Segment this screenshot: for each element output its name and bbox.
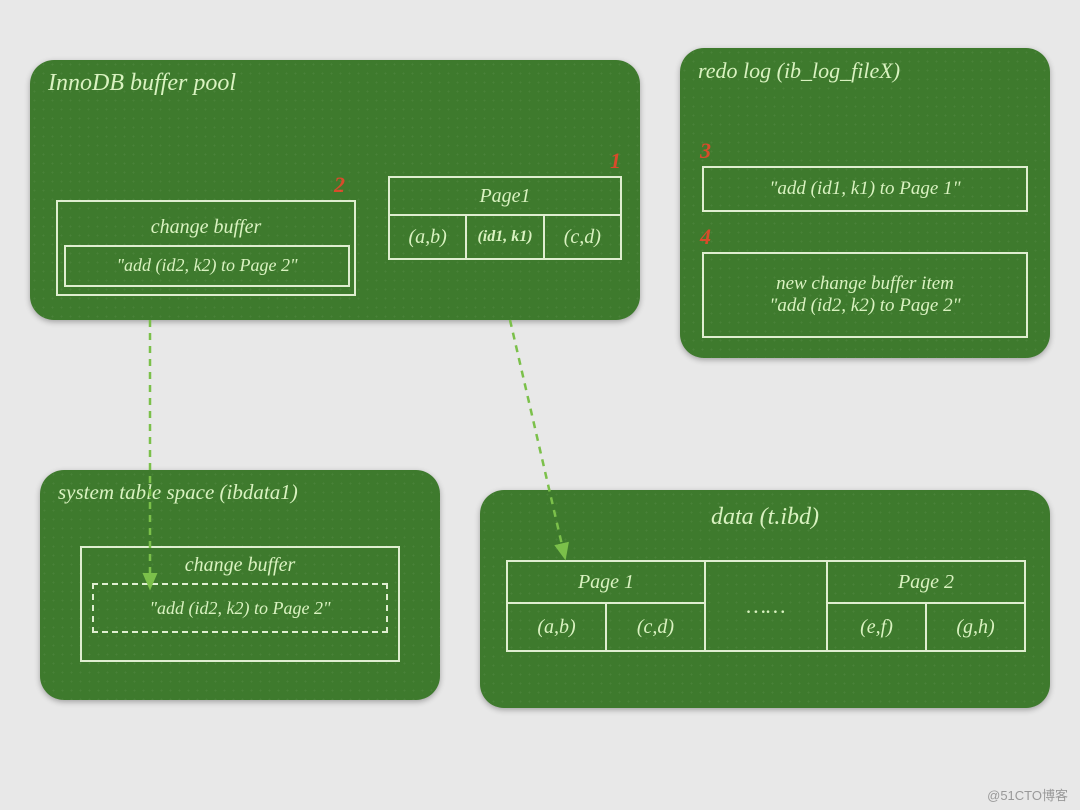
data-page2-gh: (g,h)	[927, 604, 1024, 650]
data-page1-cd: (c,d)	[607, 604, 704, 650]
innodb-buffer-pool-panel: InnoDB buffer pool change buffer "add (i…	[30, 60, 640, 320]
step-label-1: 1	[610, 148, 621, 174]
sys-change-buffer-box: change buffer "add (id2, k2) to Page 2"	[80, 546, 400, 662]
step-label-4: 4	[700, 224, 711, 250]
change-buffer-box: change buffer "add (id2, k2) to Page 2"	[56, 200, 356, 296]
data-page2-header: Page 2	[826, 560, 1026, 604]
data-page2: Page 2 (e,f) (g,h)	[826, 560, 1026, 652]
data-page1-cells: (a,b) (c,d)	[506, 604, 706, 652]
data-file-panel: data (t.ibd) Page 1 (a,b) (c,d) …… Page …	[480, 490, 1050, 708]
data-file-title: data (t.ibd)	[480, 490, 1050, 531]
data-page1: Page 1 (a,b) (c,d)	[506, 560, 706, 652]
sys-change-buffer-label: change buffer	[82, 548, 398, 583]
redo-entry-3: "add (id1, k1) to Page 1"	[702, 166, 1028, 212]
data-gap: ……	[706, 560, 826, 652]
page1-cell-ab: (a,b)	[390, 216, 467, 258]
redo-entry-4-line1: new change buffer item	[776, 273, 954, 295]
sys-change-buffer-entry: "add (id2, k2) to Page 2"	[92, 583, 388, 633]
system-tablespace-panel: system table space (ibdata1) change buff…	[40, 470, 440, 700]
data-page1-header: Page 1	[506, 560, 706, 604]
page1-cells: (a,b) (id1, k1) (c,d)	[388, 216, 622, 260]
data-page2-ef: (e,f)	[828, 604, 927, 650]
redo-entry-4-line2: "add (id2, k2) to Page 2"	[769, 295, 960, 317]
page1-cell-id1k1: (id1, k1)	[467, 216, 544, 258]
step-label-2: 2	[334, 172, 345, 198]
buffer-pool-title: InnoDB buffer pool	[30, 60, 640, 97]
redo-log-panel: redo log (ib_log_fileX) 3 "add (id1, k1)…	[680, 48, 1050, 358]
data-page1-ab: (a,b)	[508, 604, 607, 650]
page1-header: Page1	[388, 176, 622, 216]
step-label-3: 3	[700, 138, 711, 164]
change-buffer-label: change buffer	[58, 212, 354, 243]
system-ts-title: system table space (ibdata1)	[40, 470, 440, 505]
redo-log-title: redo log (ib_log_fileX)	[680, 48, 1050, 84]
page1-cell-cd: (c,d)	[545, 216, 620, 258]
watermark: @51CTO博客	[987, 785, 1068, 804]
page1-box: Page1 (a,b) (id1, k1) (c,d)	[388, 176, 622, 260]
change-buffer-entry: "add (id2, k2) to Page 2"	[64, 245, 350, 287]
redo-entry-4: new change buffer item "add (id2, k2) to…	[702, 252, 1028, 338]
diagram-canvas: InnoDB buffer pool change buffer "add (i…	[0, 0, 1080, 810]
data-page2-cells: (e,f) (g,h)	[826, 604, 1026, 652]
